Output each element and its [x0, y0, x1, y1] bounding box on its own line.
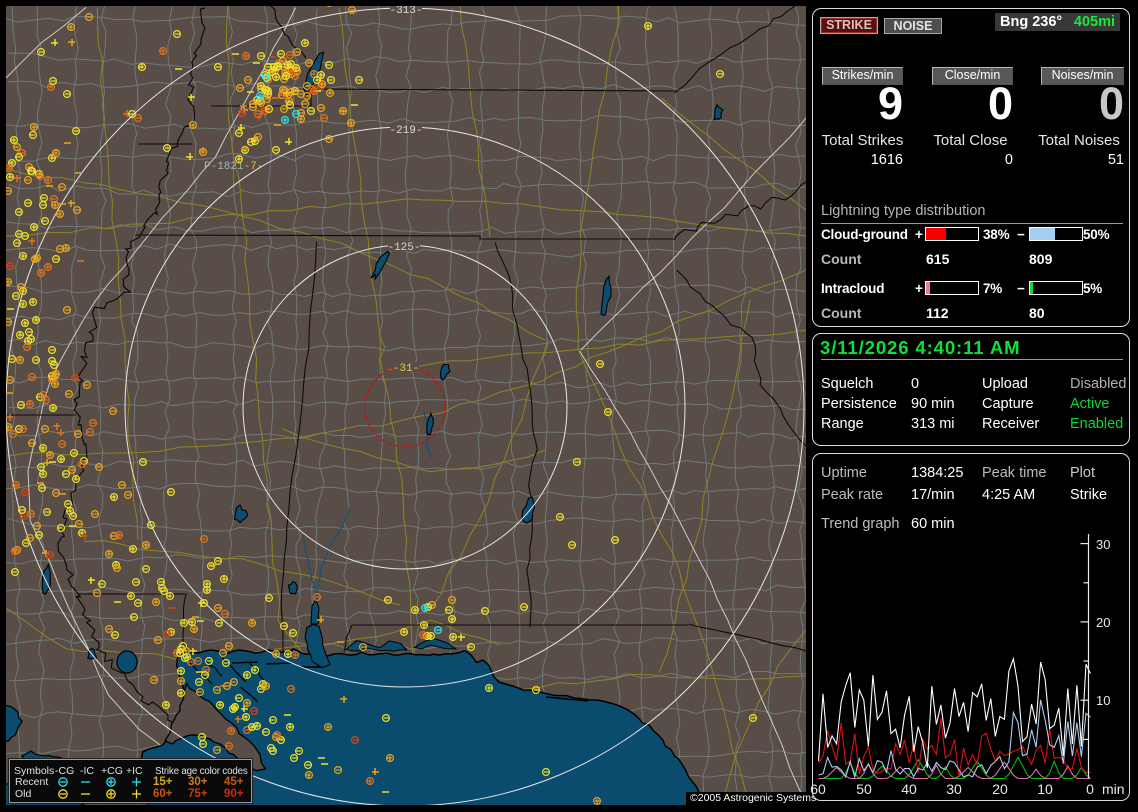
svg-text:20: 20	[1096, 615, 1110, 630]
svg-text:30: 30	[1096, 537, 1110, 552]
svg-text:10: 10	[1037, 781, 1053, 797]
svg-text:30: 30	[946, 781, 962, 797]
svg-text:min: min	[1102, 781, 1125, 797]
svg-text:60: 60	[810, 781, 826, 797]
svg-text:0: 0	[1086, 781, 1094, 797]
svg-text:40: 40	[901, 781, 917, 797]
svg-text:10: 10	[1096, 693, 1110, 708]
svg-text:20: 20	[992, 781, 1008, 797]
svg-text:50: 50	[856, 781, 872, 797]
